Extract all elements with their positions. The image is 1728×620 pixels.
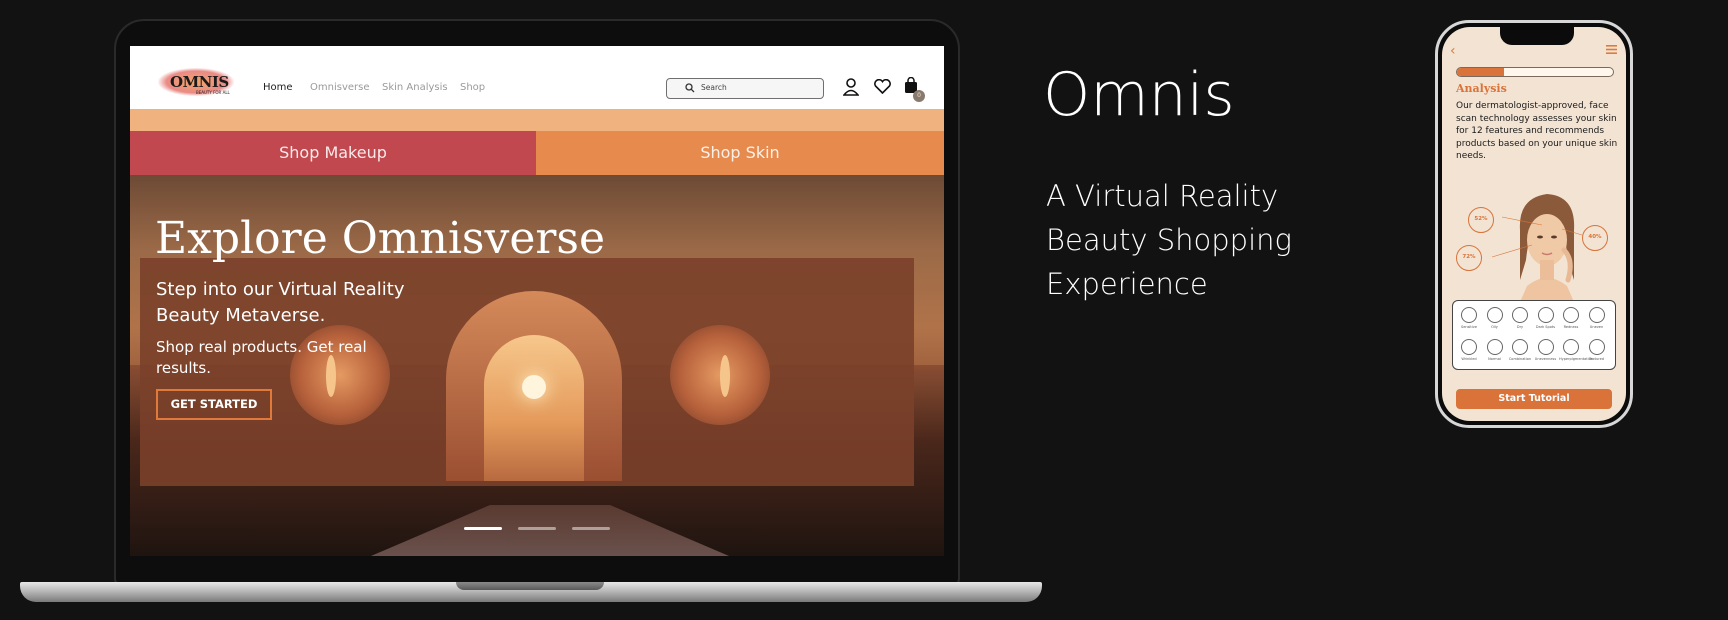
shop-makeup-tab[interactable]: Shop Makeup bbox=[130, 131, 536, 175]
stat-circle-2: 40% bbox=[1582, 225, 1608, 251]
stat-circle-1: 52% bbox=[1468, 207, 1494, 233]
stat-value-2: 40% bbox=[1588, 234, 1602, 240]
search-input[interactable]: Search bbox=[701, 83, 727, 92]
hamburger-menu-icon[interactable] bbox=[1606, 45, 1617, 54]
carousel-dot-1[interactable] bbox=[464, 527, 502, 530]
skin-feature-label: Dark Spots bbox=[1535, 325, 1556, 329]
vr-archway-inner bbox=[484, 335, 584, 481]
stat-value-3: 72% bbox=[1462, 254, 1476, 260]
skin-features-grid: Sensitive Oily Dry Dark Spots Redness Uneven W… bbox=[1452, 300, 1616, 370]
stat-circle-3: 72% bbox=[1456, 245, 1482, 271]
phone-notch bbox=[1500, 25, 1574, 45]
skin-feature-label: Sensitive bbox=[1461, 325, 1477, 329]
skin-feature-icon[interactable] bbox=[1461, 339, 1477, 355]
skin-feature-label: Wrinkled bbox=[1461, 357, 1477, 361]
skin-feature-icon[interactable] bbox=[1512, 307, 1528, 323]
skin-feature-icon[interactable] bbox=[1563, 307, 1579, 323]
skin-feature-label: Uneven bbox=[1589, 325, 1604, 329]
nav-omnisverse[interactable]: Omnisverse bbox=[310, 82, 369, 93]
heart-icon[interactable] bbox=[874, 79, 891, 94]
get-started-button[interactable]: GET STARTED bbox=[156, 389, 272, 420]
account-icon[interactable] bbox=[843, 78, 859, 96]
skin-feature-label: Normal bbox=[1488, 357, 1501, 361]
top-navigation: OMNIS BEAUTY FOR ALL Home Omnisverse Ski… bbox=[130, 46, 944, 109]
skin-feature-icon[interactable] bbox=[1537, 339, 1554, 355]
laptop-notch bbox=[456, 582, 604, 590]
phone-screen: ‹ Analysis Our dermatologist-approved, f… bbox=[1442, 27, 1626, 421]
laptop-screen: OMNIS BEAUTY FOR ALL Home Omnisverse Ski… bbox=[130, 46, 944, 556]
skin-feature-icon[interactable] bbox=[1588, 339, 1605, 355]
logo-text: OMNIS bbox=[170, 73, 229, 91]
vr-sun bbox=[522, 375, 546, 399]
skin-feature-label: Unevenness bbox=[1534, 357, 1557, 361]
skin-feature-icon[interactable] bbox=[1486, 307, 1503, 323]
skin-feature-icon[interactable] bbox=[1512, 339, 1528, 355]
analysis-heading: Analysis bbox=[1456, 82, 1507, 95]
hero-title: Explore Omnisverse bbox=[155, 213, 606, 264]
analysis-progress-bar bbox=[1456, 67, 1614, 77]
skin-feature-label: Combination bbox=[1508, 357, 1532, 361]
carousel-dot-2[interactable] bbox=[518, 527, 556, 530]
hero-banner: Explore Omnisverse Step into our Virtual… bbox=[130, 175, 944, 556]
skin-feature-icon[interactable] bbox=[1588, 307, 1605, 323]
vr-portal-right-slit bbox=[720, 355, 730, 397]
hero-subtitle: Step into our Virtual Reality Beauty Met… bbox=[156, 279, 405, 326]
search-bar[interactable]: Search bbox=[666, 78, 824, 99]
carousel-dot-3[interactable] bbox=[572, 527, 610, 530]
logo-tagline: BEAUTY FOR ALL bbox=[196, 90, 230, 95]
nav-skin-analysis[interactable]: Skin Analysis bbox=[382, 82, 448, 93]
skin-feature-label: Textured bbox=[1588, 357, 1605, 361]
skin-feature-label: Dry bbox=[1516, 325, 1524, 329]
skin-feature-label: Oily bbox=[1491, 325, 1498, 329]
start-tutorial-button[interactable]: Start Tutorial bbox=[1456, 389, 1612, 409]
skin-feature-icon[interactable] bbox=[1486, 339, 1503, 355]
skin-feature-icon[interactable] bbox=[1537, 307, 1554, 323]
brand-tagline: A Virtual Reality Beauty Shopping Experi… bbox=[1046, 179, 1292, 301]
skin-feature-icon[interactable] bbox=[1461, 307, 1477, 323]
promo-strip bbox=[130, 109, 944, 131]
shop-skin-tab[interactable]: Shop Skin bbox=[536, 131, 944, 175]
skin-feature-label: Hyperpigmentation bbox=[1559, 357, 1593, 361]
analysis-description: Our dermatologist-approved, face scan te… bbox=[1456, 101, 1618, 161]
back-arrow-icon[interactable]: ‹ bbox=[1450, 43, 1456, 59]
brand-name: Omnis bbox=[1043, 60, 1235, 130]
hero-body: Shop real products. Get real results. bbox=[156, 338, 367, 377]
skin-feature-label: Redness bbox=[1563, 325, 1579, 329]
search-icon bbox=[685, 83, 695, 93]
skin-feature-icon[interactable] bbox=[1563, 339, 1579, 355]
cart-count-badge: 0 bbox=[913, 90, 925, 102]
stat-value-1: 52% bbox=[1474, 216, 1488, 222]
analysis-progress-fill bbox=[1457, 68, 1504, 76]
nav-shop[interactable]: Shop bbox=[460, 82, 485, 93]
nav-home[interactable]: Home bbox=[263, 82, 293, 93]
